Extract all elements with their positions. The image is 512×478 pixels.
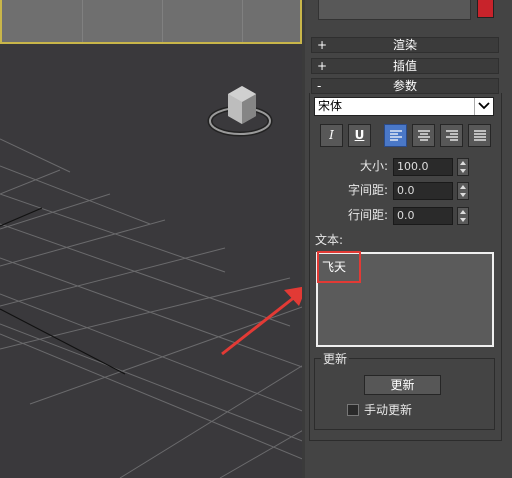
rollout-expand-icon: + — [317, 59, 328, 73]
update-group-label: 更新 — [321, 351, 350, 367]
view-cube-icon[interactable] — [206, 84, 282, 144]
justify-icon — [473, 130, 486, 141]
leading-spinner[interactable] — [457, 207, 469, 225]
rollout-collapse-icon: - — [317, 79, 322, 93]
manual-update-checkbox[interactable] — [347, 404, 359, 416]
rollout-interpolation[interactable]: + 插值 — [311, 58, 499, 74]
rollout-expand-icon: + — [317, 38, 328, 52]
size-spinner[interactable] — [457, 158, 469, 176]
object-color-swatch[interactable] — [477, 0, 494, 18]
text-label: 文本: — [315, 233, 344, 247]
object-name-field[interactable] — [318, 0, 471, 20]
align-left-button[interactable] — [384, 124, 407, 147]
kerning-spinner[interactable] — [457, 182, 469, 200]
annotation-arrow — [221, 286, 305, 356]
manual-update-label: 手动更新 — [364, 403, 413, 417]
align-right-button[interactable] — [440, 124, 463, 147]
top-viewport[interactable] — [0, 0, 302, 44]
rollout-parameters[interactable]: - 参数 — [311, 78, 499, 94]
font-select[interactable]: 宋体 — [314, 97, 494, 116]
align-right-icon — [445, 130, 458, 141]
underline-button[interactable]: U — [348, 124, 371, 147]
font-select-value: 宋体 — [318, 99, 343, 113]
align-center-button[interactable] — [412, 124, 435, 147]
size-label: 大小: — [360, 159, 389, 173]
perspective-viewport[interactable] — [0, 44, 305, 478]
rollout-interpolation-label: 插值 — [392, 59, 417, 73]
rollout-parameters-label: 参数 — [392, 79, 417, 93]
highlight-annotation — [317, 251, 361, 283]
rollout-render-label: 渲染 — [392, 38, 417, 52]
size-input[interactable]: 100.0 — [393, 158, 453, 176]
kerning-label: 字间距: — [348, 183, 389, 197]
leading-label: 行间距: — [348, 208, 389, 222]
update-button[interactable]: 更新 — [364, 375, 441, 395]
kerning-input[interactable]: 0.0 — [393, 182, 453, 200]
justify-button[interactable] — [468, 124, 491, 147]
italic-button[interactable]: I — [320, 124, 343, 147]
grid-axes — [0, 207, 126, 375]
chevron-down-icon[interactable] — [474, 98, 493, 115]
align-center-icon — [417, 130, 430, 141]
leading-input[interactable]: 0.0 — [393, 207, 453, 225]
rollout-render[interactable]: + 渲染 — [311, 37, 499, 53]
ground-grid — [0, 138, 305, 478]
align-left-icon — [389, 130, 402, 141]
